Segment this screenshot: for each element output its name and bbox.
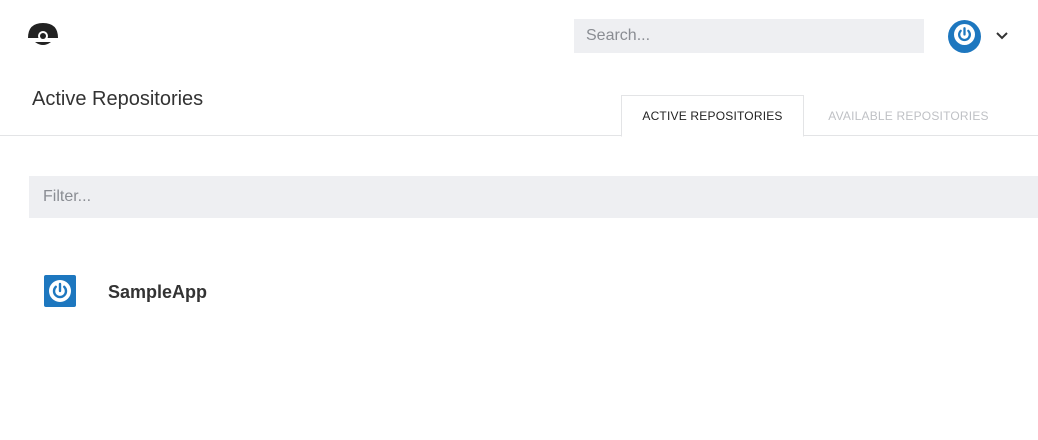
repository-name[interactable]: SampleApp: [108, 282, 207, 303]
search-input[interactable]: [574, 19, 924, 53]
page-title: Active Repositories: [32, 88, 204, 110]
filter-input[interactable]: [29, 176, 1038, 218]
repository-item[interactable]: SampleApp: [0, 262, 1038, 322]
top-bar: [0, 0, 1038, 72]
power-icon: [954, 23, 975, 50]
page-header: Active Repositories ACTIVE REPOSITORIES …: [0, 72, 1038, 137]
power-icon: [44, 275, 76, 307]
tab-active-repositories[interactable]: ACTIVE REPOSITORIES: [621, 95, 804, 137]
tab-available-repositories[interactable]: AVAILABLE REPOSITORIES: [806, 95, 1011, 136]
chevron-down-icon[interactable]: [995, 28, 1009, 40]
user-avatar[interactable]: [948, 20, 981, 53]
drone-logo-icon[interactable]: [27, 22, 59, 48]
